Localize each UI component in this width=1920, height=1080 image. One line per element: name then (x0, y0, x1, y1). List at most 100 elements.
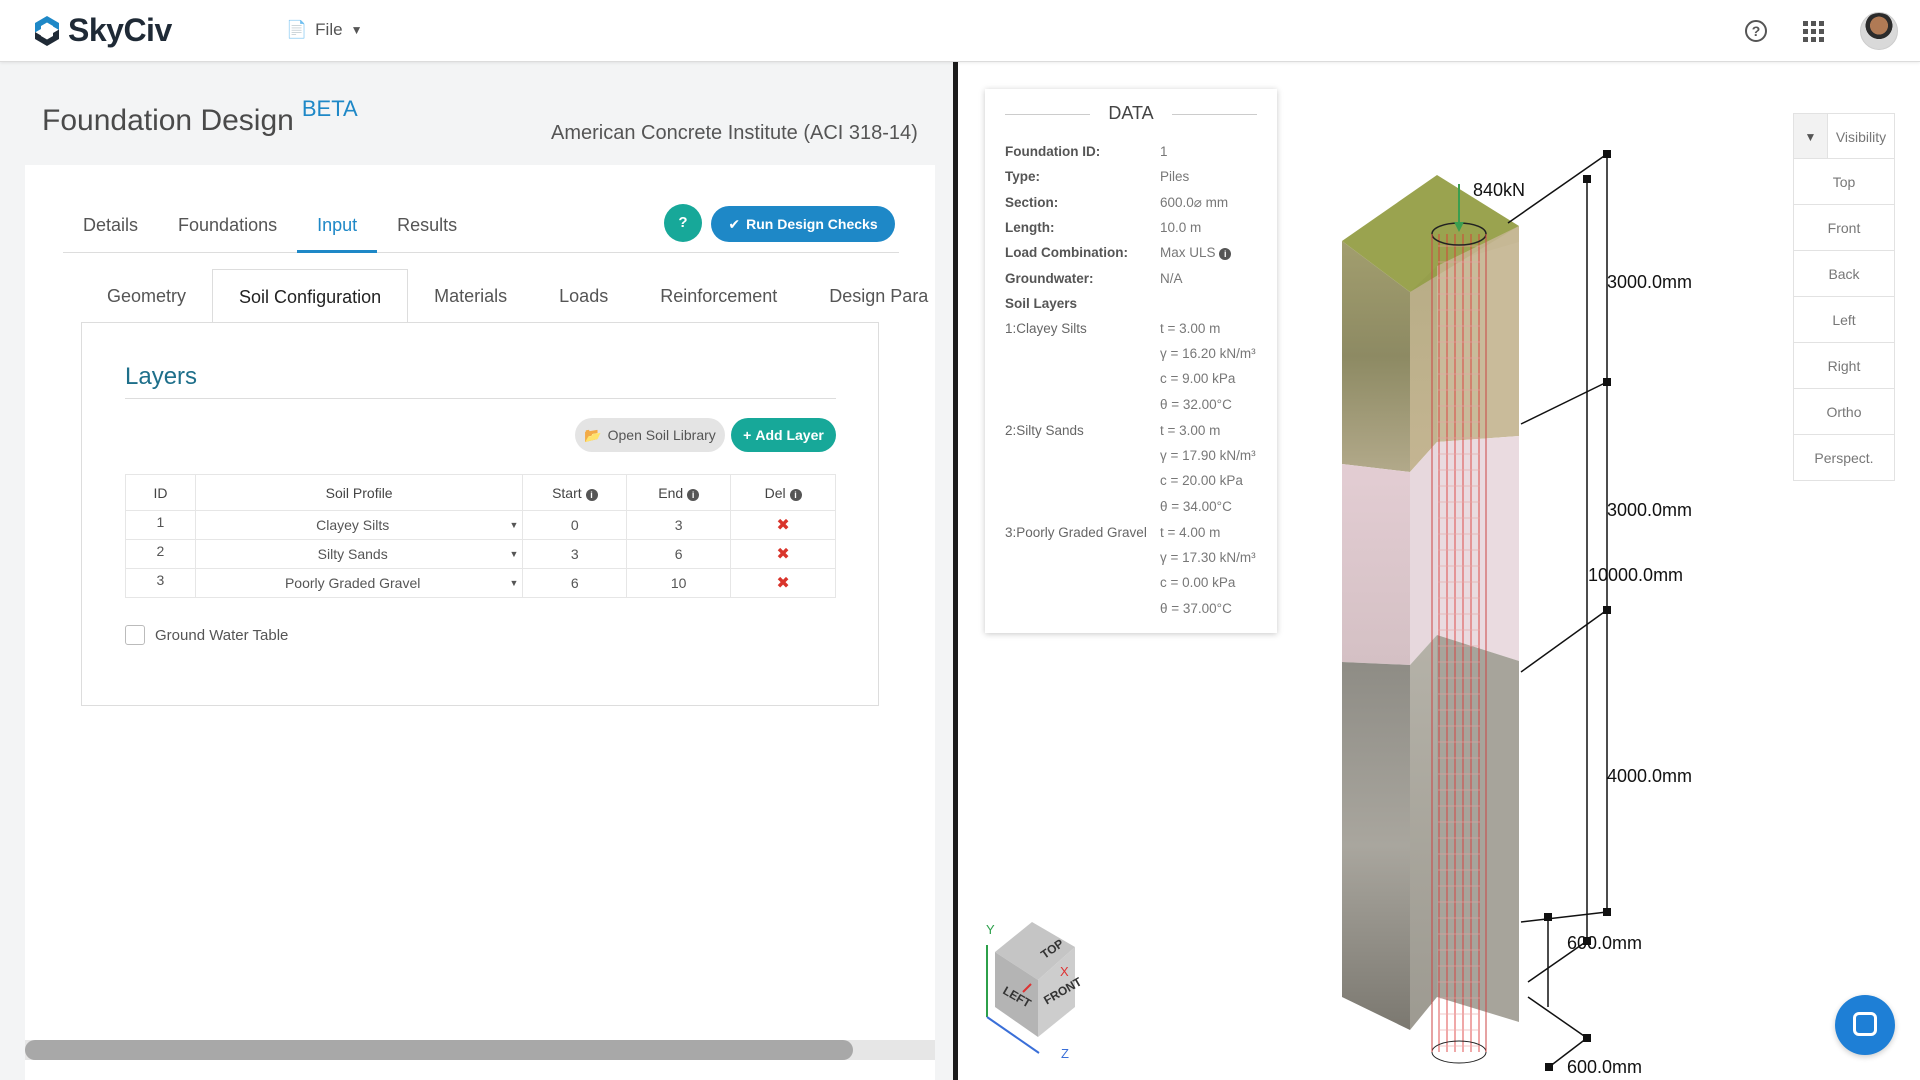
column-header-soil-profile: Soil Profile (194, 474, 524, 511)
delete-icon: ✖ (776, 517, 790, 534)
subtab-materials[interactable]: Materials (408, 269, 533, 323)
view-right-button[interactable]: Right (1793, 343, 1895, 389)
file-menu[interactable]: 📄 File ▼ (286, 20, 362, 40)
view-perspective-button[interactable]: Perspect. (1793, 435, 1895, 481)
view-controls: ▼ Visibility Top Front Back Left Right O… (1793, 113, 1895, 481)
plus-icon: + (743, 427, 752, 443)
delete-icon: ✖ (776, 575, 790, 592)
table-row: 1 Clayey Silts ▼ 0 3 ✖ (125, 510, 836, 540)
subtab-reinforcement[interactable]: Reinforcement (634, 269, 803, 323)
data-value: N/A (1160, 271, 1183, 286)
skyciv-logo-icon (35, 15, 59, 46)
chat-icon (1853, 1012, 1877, 1036)
end-depth-input[interactable]: 6 (626, 539, 732, 569)
subtab-geometry[interactable]: Geometry (81, 269, 212, 323)
soil-profile-value: Clayey Silts (316, 517, 390, 533)
view-front-button[interactable]: Front (1793, 205, 1895, 251)
soil-layer-friction-angle: θ = 34.00°C (1160, 499, 1232, 514)
start-depth-input[interactable]: 6 (522, 568, 628, 598)
apps-grid-icon[interactable] (1803, 20, 1824, 42)
soil-layer-unit-weight: γ = 17.30 kN/m³ (1160, 550, 1256, 565)
soil-layers-table: ID Soil Profile Start i End i Del i 1 Cl… (125, 474, 836, 598)
soil-profile-select[interactable]: Clayey Silts ▼ (194, 510, 524, 540)
3d-viewer[interactable]: 840kN 3000.0mm 3000.0mm 10000.0mm 4000.0… (958, 62, 1920, 1080)
soil-profile-select[interactable]: Poorly Graded Gravel ▼ (194, 568, 524, 598)
avatar[interactable] (1860, 12, 1898, 50)
soil-layer-name: 1:Clayey Silts (1005, 321, 1087, 336)
info-icon[interactable]: i (1219, 248, 1232, 260)
data-label: Soil Layers (1005, 296, 1078, 311)
end-depth-input[interactable]: 3 (626, 510, 732, 540)
axis-x-label: X (1060, 964, 1069, 979)
data-value: Piles (1160, 169, 1190, 184)
run-design-checks-button[interactable]: ✔ Run Design Checks (711, 206, 895, 242)
chevron-down-icon: ▼ (350, 23, 363, 37)
start-depth-input[interactable]: 3 (522, 539, 628, 569)
table-row: 3 Poorly Graded Gravel ▼ 6 10 ✖ (125, 568, 836, 598)
table-row: 2 Silty Sands ▼ 3 6 ✖ (125, 539, 836, 569)
view-top-button[interactable]: Top (1793, 159, 1895, 205)
info-icon[interactable]: i (585, 488, 598, 501)
tab-input[interactable]: Input (297, 205, 378, 253)
delete-layer-button[interactable]: ✖ (730, 510, 836, 540)
file-menu-label: File (315, 20, 343, 39)
dimension-label: 600.0mm (1567, 1057, 1643, 1077)
delete-icon: ✖ (776, 546, 790, 563)
view-back-button[interactable]: Back (1793, 251, 1895, 297)
soil-layer-cohesion: c = 20.00 kPa (1160, 473, 1243, 488)
tab-results[interactable]: Results (377, 205, 477, 253)
top-bar: SkyCiv 📄 File ▼ ? (0, 0, 1920, 62)
load-label: 840kN (1473, 180, 1526, 200)
info-icon[interactable]: i (789, 488, 802, 501)
chat-support-button[interactable] (1835, 995, 1895, 1055)
column-header-end-label: End (658, 484, 684, 501)
tab-details[interactable]: Details (63, 205, 158, 253)
soil-profile-value: Silty Sands (317, 546, 388, 562)
soil-configuration-panel: Layers 📂 Open Soil Library + Add Layer I… (81, 322, 879, 706)
open-soil-library-label: Open Soil Library (607, 427, 716, 443)
open-soil-library-button[interactable]: 📂 Open Soil Library (575, 418, 725, 452)
column-header-del: Del i (730, 474, 836, 511)
soil-layer-name: 2:Silty Sands (1005, 423, 1084, 438)
axis-y-label: Y (986, 922, 995, 937)
column-header-id: ID (125, 474, 196, 511)
subtab-loads[interactable]: Loads (533, 269, 634, 323)
info-icon[interactable]: i (687, 488, 700, 501)
horizontal-scrollbar[interactable] (25, 1040, 935, 1060)
file-icon: 📄 (286, 20, 308, 39)
delete-layer-button[interactable]: ✖ (730, 539, 836, 569)
visibility-button[interactable]: ▼ Visibility (1793, 113, 1895, 159)
filter-icon: ▼ (1794, 114, 1828, 158)
end-depth-input[interactable]: 10 (626, 568, 732, 598)
soil-layer-thickness: t = 4.00 m (1160, 525, 1221, 540)
view-ortho-button[interactable]: Ortho (1793, 389, 1895, 435)
axis-z-label: Z (1061, 1046, 1069, 1061)
data-label: Type: (1005, 169, 1041, 184)
scrollbar-thumb[interactable] (25, 1040, 853, 1060)
data-label: Load Combination: (1005, 245, 1128, 260)
delete-layer-button[interactable]: ✖ (730, 568, 836, 598)
ground-water-checkbox[interactable] (125, 625, 145, 645)
help-button[interactable]: ? (664, 204, 702, 242)
data-label: Section: (1005, 195, 1059, 210)
soil-layer-unit-weight: γ = 17.90 kN/m³ (1160, 448, 1256, 463)
soil-profile-value: Poorly Graded Gravel (284, 575, 421, 591)
ground-water-table-toggle[interactable]: Ground Water Table (125, 625, 288, 645)
add-layer-button[interactable]: + Add Layer (731, 418, 836, 452)
tab-foundations[interactable]: Foundations (158, 205, 297, 253)
soil-layer-thickness: t = 3.00 m (1160, 423, 1221, 438)
soil-layer-thickness: t = 3.00 m (1160, 321, 1221, 336)
run-design-checks-label: Run Design Checks (746, 216, 878, 232)
add-layer-label: Add Layer (755, 427, 824, 443)
subtab-soil-configuration[interactable]: Soil Configuration (212, 269, 409, 323)
skyciv-logo[interactable]: SkyCiv (32, 12, 172, 49)
check-icon: ✔ (728, 215, 741, 232)
dimension-label: 4000.0mm (1607, 766, 1693, 786)
soil-profile-select[interactable]: Silty Sands ▼ (194, 539, 524, 569)
subtab-design-parameters[interactable]: Design Para (803, 269, 935, 323)
view-left-button[interactable]: Left (1793, 297, 1895, 343)
dropdown-arrow-icon: ▼ (509, 520, 519, 530)
data-info-panel: DATA Foundation ID: 1 Type: Piles Sectio… (985, 89, 1277, 633)
help-icon[interactable]: ? (1745, 20, 1767, 42)
start-depth-input[interactable]: 0 (522, 510, 628, 540)
